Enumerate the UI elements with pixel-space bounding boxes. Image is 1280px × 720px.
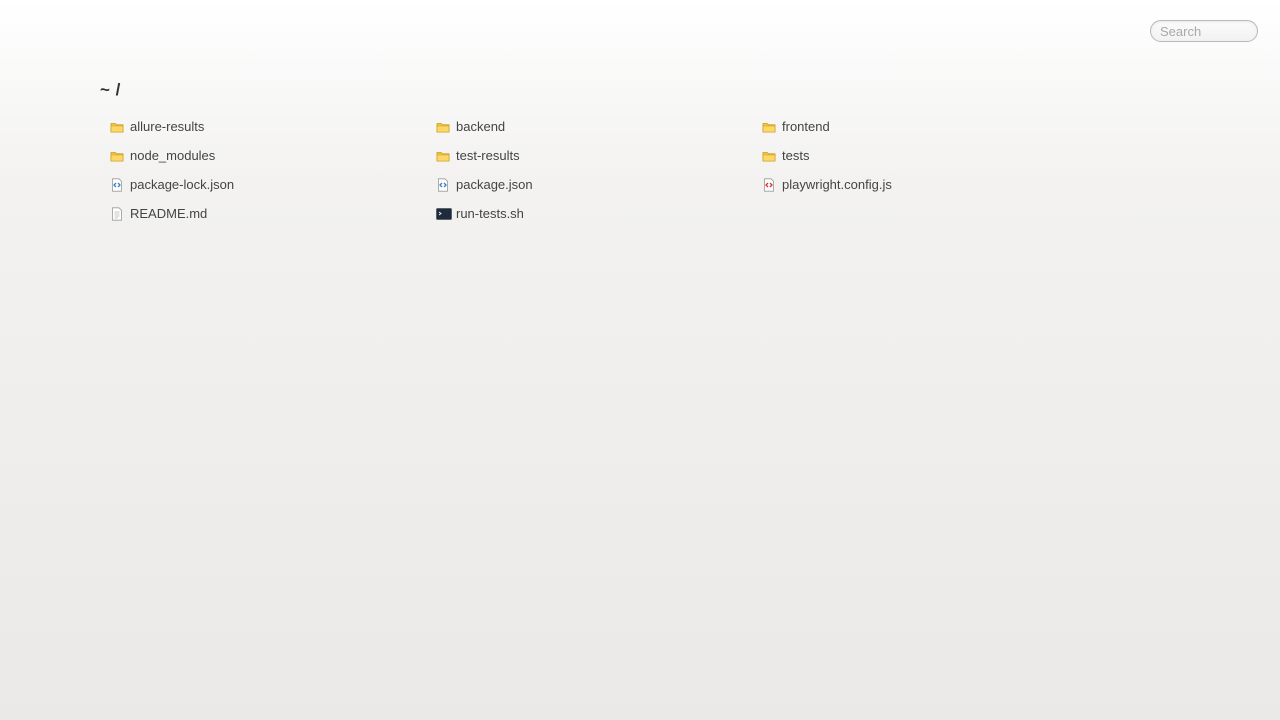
js-file-icon	[762, 177, 776, 192]
list-item-label: playwright.config.js	[782, 177, 892, 192]
folder-icon	[110, 120, 124, 134]
list-item[interactable]: playwright.config.js	[762, 177, 892, 192]
folder-icon	[762, 149, 776, 163]
list-item-label: run-tests.sh	[456, 206, 524, 221]
list-item[interactable]: package-lock.json	[110, 177, 234, 192]
folder-icon	[762, 120, 776, 134]
list-item[interactable]: README.md	[110, 206, 207, 221]
list-item-label: package-lock.json	[130, 177, 235, 192]
list-item-label: README.md	[130, 206, 208, 221]
file-listing: allure-results backend frontend node_mod…	[110, 119, 1090, 235]
list-item-label: node_modules	[130, 148, 216, 163]
list-item[interactable]: node_modules	[110, 148, 215, 163]
text-file-icon	[110, 206, 124, 221]
list-item-label: tests	[782, 148, 810, 163]
list-item[interactable]: package.json	[436, 177, 533, 192]
terminal-file-icon	[436, 207, 452, 221]
json-file-icon	[110, 177, 124, 192]
folder-icon	[436, 120, 450, 134]
list-item-label: test-results	[456, 148, 520, 163]
list-item[interactable]: allure-results	[110, 119, 204, 134]
list-item-label: package.json	[456, 177, 533, 192]
breadcrumb: ~ /	[100, 80, 121, 99]
list-item-label: backend	[456, 119, 506, 134]
json-file-icon	[436, 177, 450, 192]
list-item-label: frontend	[782, 119, 830, 134]
list-item-label: allure-results	[130, 119, 205, 134]
folder-icon	[110, 149, 124, 163]
list-item[interactable]: run-tests.sh	[436, 206, 524, 221]
folder-icon	[436, 149, 450, 163]
list-item[interactable]: backend	[436, 119, 505, 134]
list-item[interactable]: test-results	[436, 148, 520, 163]
list-item[interactable]: tests	[762, 148, 809, 163]
list-item[interactable]: frontend	[762, 119, 830, 134]
search-input[interactable]	[1150, 20, 1258, 42]
